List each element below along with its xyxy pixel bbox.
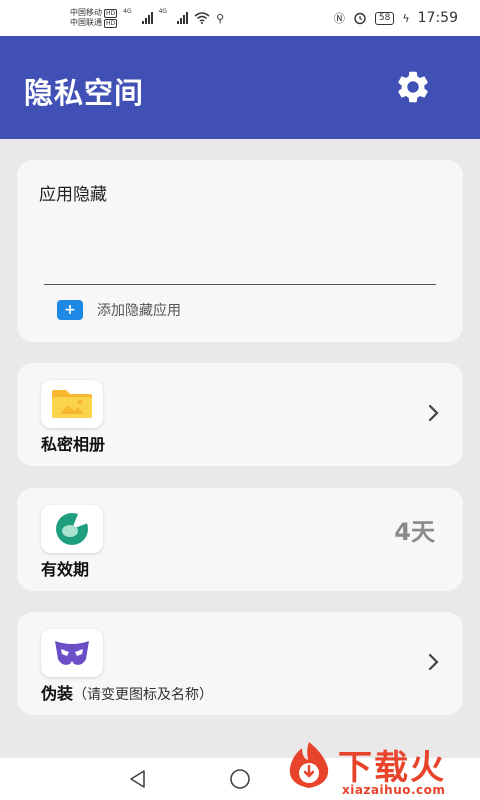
carrier-2: 中国联通	[70, 18, 102, 27]
signal-2-label: 4G	[158, 8, 168, 15]
watermark-url: xiazaihuo.com	[342, 783, 446, 797]
carrier-row-2: 中国联通 HD	[70, 18, 118, 28]
plus-icon: +	[57, 300, 83, 320]
private-album-item[interactable]: 私密相册	[17, 363, 463, 466]
carrier-list: 中国移动 HD 中国联通 HD	[70, 8, 118, 28]
status-bar: 中国移动 HD 中国联通 HD 4G 4G ⚲ Ⓝ 58 ϟ 17:59	[0, 0, 480, 36]
page-title: 隐私空间	[24, 76, 145, 110]
charging-icon: ϟ	[402, 11, 410, 25]
disguise-label-row: 伪装（请变更图标及名称）	[41, 680, 213, 704]
hd-badge: HD	[104, 8, 118, 18]
hd-badge: HD	[104, 18, 118, 28]
gear-icon[interactable]	[394, 68, 432, 106]
chevron-right-icon	[428, 653, 439, 671]
divider	[44, 284, 436, 285]
add-hidden-app-label: 添加隐藏应用	[97, 303, 181, 319]
private-album-label: 私密相册	[41, 435, 106, 454]
validity-label: 有效期	[41, 560, 90, 579]
hidden-apps-card: 应用隐藏 + 添加隐藏应用	[17, 160, 463, 342]
mask-icon	[41, 629, 103, 677]
alarm-icon	[354, 12, 366, 25]
carrier-row-1: 中国移动 HD	[70, 8, 118, 18]
home-icon[interactable]	[229, 768, 251, 790]
folder-image-icon	[41, 380, 103, 428]
clock: 17:59	[417, 10, 458, 26]
signal-1-label: 4G	[123, 8, 132, 15]
signal-2-icon	[177, 12, 189, 24]
wifi-icon	[194, 12, 210, 24]
app-bar: 隐私空间	[0, 36, 480, 139]
usb-icon: ⚲	[216, 11, 225, 25]
disguise-sub-label: （请变更图标及名称）	[73, 687, 214, 703]
add-hidden-app-button[interactable]: + 添加隐藏应用	[57, 300, 181, 320]
status-right: Ⓝ 58 ϟ 17:59	[334, 10, 458, 26]
carrier-1: 中国移动	[70, 8, 102, 17]
flame-logo-icon	[289, 742, 329, 788]
chevron-right-icon	[428, 404, 439, 422]
disguise-item[interactable]: 伪装（请变更图标及名称）	[17, 612, 463, 715]
back-icon[interactable]	[127, 768, 149, 790]
validity-value: 4天	[394, 518, 435, 546]
timer-icon	[41, 505, 103, 553]
battery-icon: 58	[374, 11, 395, 25]
watermark: 下载火 xiazaihuo.com	[284, 738, 480, 800]
status-left: 中国移动 HD 中国联通 HD 4G 4G ⚲	[70, 8, 224, 28]
validity-item[interactable]: 有效期 4天	[17, 488, 463, 591]
disguise-label: 伪装	[41, 684, 74, 703]
hidden-apps-title: 应用隐藏	[39, 185, 107, 205]
nfc-icon: Ⓝ	[333, 12, 345, 25]
signal-1-icon	[141, 12, 153, 24]
watermark-text: 下载火	[338, 748, 446, 788]
